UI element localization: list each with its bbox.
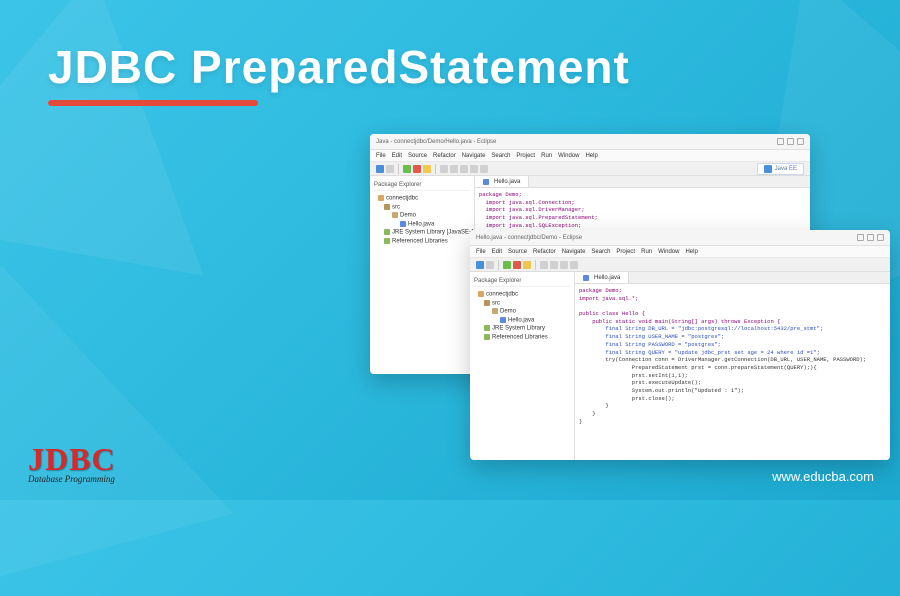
editor-tab[interactable]: Hello.java — [575, 272, 629, 283]
tab-label: Hello.java — [594, 275, 620, 281]
page-title: JDBC PreparedStatement — [48, 40, 630, 94]
build-icon[interactable] — [523, 261, 531, 269]
run-icon[interactable] — [503, 261, 511, 269]
menu-project[interactable]: Project — [516, 153, 535, 159]
debug-icon[interactable] — [513, 261, 521, 269]
code-editor: Hello.java package Demo; import java.sql… — [575, 272, 890, 460]
menu-navigate[interactable]: Navigate — [562, 249, 586, 255]
menu-file[interactable]: File — [376, 153, 386, 159]
menu-edit[interactable]: Edit — [492, 249, 502, 255]
package-icon — [492, 308, 498, 314]
window-title: Java - connectjdbc/Demo/Hello.java - Ecl… — [376, 139, 496, 145]
back-icon[interactable] — [470, 165, 478, 173]
package-icon — [392, 212, 398, 218]
search-icon[interactable] — [450, 165, 458, 173]
tree-jre-lib[interactable]: JRE System Library — [474, 324, 570, 333]
tree-java-file[interactable]: Hello.java — [474, 316, 570, 325]
tree-src[interactable]: src — [474, 299, 570, 308]
logo-subtitle: Database Programming — [28, 474, 115, 484]
build-icon[interactable] — [423, 165, 431, 173]
menu-refactor[interactable]: Refactor — [533, 249, 556, 255]
tree-project[interactable]: connectjdbc — [374, 194, 470, 203]
java-file-icon — [483, 179, 489, 185]
tree-project[interactable]: connectjdbc — [474, 290, 570, 299]
menu-help[interactable]: Help — [685, 249, 697, 255]
src-folder-icon — [484, 300, 490, 306]
menu-run[interactable]: Run — [541, 153, 552, 159]
perspective-badge[interactable]: Java EE — [757, 163, 804, 175]
titlebar: Hello.java - connectjdbc/Demo - Eclipse — [470, 230, 890, 246]
titlebar: Java - connectjdbc/Demo/Hello.java - Ecl… — [370, 134, 810, 150]
tree-package[interactable]: Demo — [474, 307, 570, 316]
project-icon — [378, 195, 384, 201]
package-explorer: Package Explorer connectjdbc src Demo He… — [470, 272, 575, 460]
src-folder-icon — [384, 204, 390, 210]
logo-main: JDBC — [28, 441, 116, 478]
library-icon — [384, 229, 390, 235]
task-icon[interactable] — [460, 165, 468, 173]
save-icon[interactable] — [386, 165, 394, 173]
perspective-label: Java EE — [775, 166, 797, 172]
menu-edit[interactable]: Edit — [392, 153, 402, 159]
menu-source[interactable]: Source — [408, 153, 427, 159]
close-icon[interactable] — [877, 234, 884, 241]
search-icon[interactable] — [550, 261, 558, 269]
window-title: Hello.java - connectjdbc/Demo - Eclipse — [476, 235, 582, 241]
maximize-icon[interactable] — [787, 138, 794, 145]
menubar: File Edit Source Refactor Navigate Searc… — [470, 246, 890, 258]
library-icon — [484, 334, 490, 340]
library-icon — [384, 238, 390, 244]
tree-package[interactable]: Demo — [374, 211, 470, 220]
code-area[interactable]: package Demo; import java.sql.*; public … — [575, 284, 890, 428]
open-type-icon[interactable] — [440, 165, 448, 173]
editor-tab[interactable]: Hello.java — [475, 176, 529, 187]
menu-search[interactable]: Search — [491, 153, 510, 159]
menu-source[interactable]: Source — [508, 249, 527, 255]
jdbc-logo: JDBC Database Programming — [28, 441, 116, 484]
save-icon[interactable] — [486, 261, 494, 269]
forward-icon[interactable] — [480, 165, 488, 173]
debug-icon[interactable] — [413, 165, 421, 173]
menu-navigate[interactable]: Navigate — [462, 153, 486, 159]
package-explorer: Package Explorer connectjdbc src Demo He… — [370, 176, 475, 374]
title-underline — [48, 100, 258, 106]
sidebar-header: Package Explorer — [474, 276, 570, 287]
close-icon[interactable] — [797, 138, 804, 145]
minimize-icon[interactable] — [777, 138, 784, 145]
tree-ref-lib[interactable]: Referenced Libraries — [374, 237, 470, 246]
back-icon[interactable] — [560, 261, 568, 269]
tree-src[interactable]: src — [374, 203, 470, 212]
java-perspective-icon — [764, 165, 772, 173]
menu-project[interactable]: Project — [616, 249, 635, 255]
tab-label: Hello.java — [494, 179, 520, 185]
run-icon[interactable] — [403, 165, 411, 173]
menu-run[interactable]: Run — [641, 249, 652, 255]
menu-refactor[interactable]: Refactor — [433, 153, 456, 159]
menu-help[interactable]: Help — [585, 153, 597, 159]
maximize-icon[interactable] — [867, 234, 874, 241]
project-icon — [478, 291, 484, 297]
java-file-icon — [500, 317, 506, 323]
forward-icon[interactable] — [570, 261, 578, 269]
tree-java-file[interactable]: Hello.java — [374, 220, 470, 229]
minimize-icon[interactable] — [857, 234, 864, 241]
toolbar — [470, 258, 890, 272]
java-file-icon — [400, 221, 406, 227]
menu-window[interactable]: Window — [558, 153, 579, 159]
menu-window[interactable]: Window — [658, 249, 679, 255]
new-icon[interactable] — [476, 261, 484, 269]
menu-file[interactable]: File — [476, 249, 486, 255]
site-url: www.educba.com — [772, 469, 874, 484]
library-icon — [484, 325, 490, 331]
tree-jre-lib[interactable]: JRE System Library [JavaSE-1.8] — [374, 228, 470, 237]
java-file-icon — [583, 275, 589, 281]
eclipse-window-front: Hello.java - connectjdbc/Demo - Eclipse … — [470, 230, 890, 460]
open-type-icon[interactable] — [540, 261, 548, 269]
new-icon[interactable] — [376, 165, 384, 173]
menu-search[interactable]: Search — [591, 249, 610, 255]
tree-ref-lib[interactable]: Referenced Libraries — [474, 333, 570, 342]
menubar: File Edit Source Refactor Navigate Searc… — [370, 150, 810, 162]
toolbar: Java EE — [370, 162, 810, 176]
sidebar-header: Package Explorer — [374, 180, 470, 191]
